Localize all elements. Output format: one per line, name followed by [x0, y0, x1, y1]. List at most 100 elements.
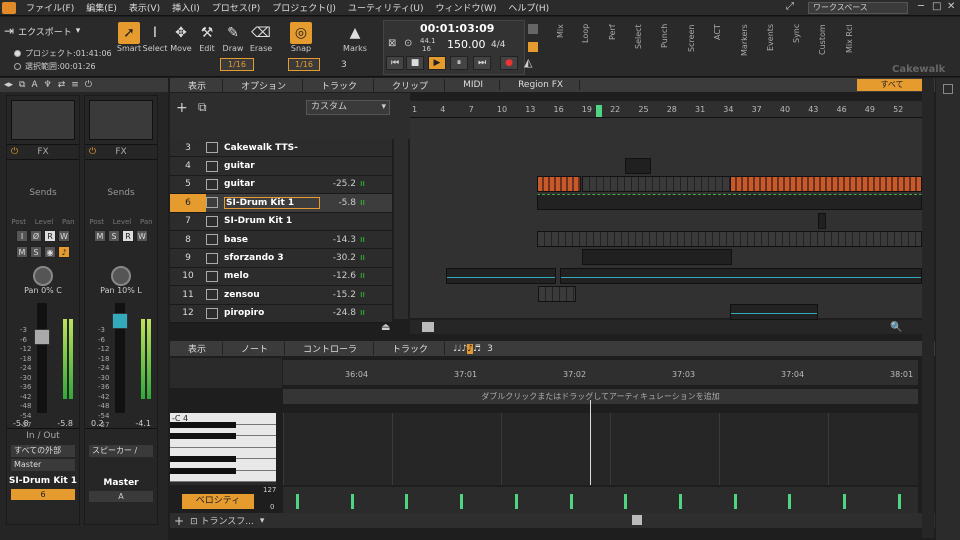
play-button[interactable]: ▶	[428, 56, 446, 70]
arrows-icon[interactable]: ◂▸	[4, 80, 13, 90]
input-select[interactable]: すべての外部	[11, 445, 75, 457]
clip[interactable]	[446, 268, 556, 284]
pr-hscroll-thumb[interactable]	[632, 515, 642, 525]
track-row[interactable]: 3 Cakewalk TTS-	[170, 139, 392, 158]
velocity-bar[interactable]	[788, 494, 792, 509]
clip[interactable]	[582, 176, 732, 192]
pr-menu-notes[interactable]: ノート	[223, 342, 286, 355]
track-volume[interactable]: -24.8	[320, 308, 356, 318]
midi-track-icon[interactable]	[206, 142, 218, 154]
velocity-bar[interactable]	[678, 494, 682, 509]
volume-fader-thumb[interactable]	[112, 313, 128, 329]
timeline-ruler[interactable]: 1 4 7 10 13 16 19 22 25 28 31 34 37 40 43 46 49 52	[410, 101, 922, 118]
level-knob[interactable]: Level	[35, 218, 53, 226]
velocity-bar[interactable]	[350, 494, 354, 509]
level-knob[interactable]: Level	[113, 218, 131, 226]
draw-tool[interactable]: ✎ Draw	[220, 22, 246, 60]
edit-tool[interactable]: ⚒ Edit	[194, 22, 220, 60]
track-name[interactable]: base	[224, 235, 320, 245]
velocity-bar[interactable]	[405, 494, 409, 509]
midi-track-icon[interactable]	[206, 252, 218, 264]
workspace-select[interactable]: ワークスペース	[808, 2, 908, 14]
clip[interactable]	[560, 268, 922, 284]
duplicate-icon[interactable]: ⧉	[198, 100, 207, 115]
midi-track-icon[interactable]	[206, 289, 218, 301]
module-punch[interactable]: Punch	[660, 20, 678, 72]
velocity-bar[interactable]	[897, 494, 901, 509]
add-track-icon[interactable]: +	[176, 100, 188, 116]
piano-key[interactable]	[170, 467, 276, 482]
erase-tool[interactable]: ⌫ Erase	[248, 22, 274, 60]
record-arm-button[interactable]: ♪	[58, 246, 70, 258]
module-mix[interactable]: Mix	[556, 20, 574, 72]
pan-knob[interactable]	[111, 266, 131, 286]
stop-button[interactable]: ■	[406, 56, 424, 70]
midi-track-icon[interactable]	[206, 215, 218, 227]
track-row[interactable]: 5 guitar -25.2 ıı	[170, 175, 392, 195]
marks-button[interactable]: ▲ Marks	[342, 22, 368, 60]
sync-icon[interactable]: ⊙	[404, 38, 412, 49]
module-mix-recall[interactable]: Mix Rcl	[845, 20, 863, 72]
all-tracks-button[interactable]: すべて	[857, 79, 927, 91]
move-tool[interactable]: ✥ Move	[168, 22, 194, 60]
output-select[interactable]: Master	[11, 459, 75, 471]
eq-icon[interactable]: ⇄	[58, 80, 66, 90]
track-row[interactable]: 4 guitar	[170, 157, 392, 176]
track-volume[interactable]: -30.2	[320, 253, 356, 263]
radio-project[interactable]: プロジェクト:01:41:06	[14, 48, 112, 59]
metronome-toggle[interactable]	[528, 24, 538, 34]
time-display[interactable]: 00:01:03:09	[420, 22, 494, 35]
menu-utilities[interactable]: ユーティリティ(U)	[342, 1, 430, 14]
track-row[interactable]: 12 piropiro -24.8 ıı	[170, 304, 392, 323]
tv-menu-options[interactable]: オプション	[223, 78, 304, 92]
clip[interactable]	[537, 176, 581, 192]
menu-insert[interactable]: 挿入(I)	[166, 1, 206, 14]
velocity-bar[interactable]	[514, 494, 518, 509]
solo-button[interactable]: S	[30, 246, 42, 258]
midi-track-icon[interactable]	[206, 234, 218, 246]
record-button[interactable]: ●	[500, 56, 518, 70]
track-volume[interactable]: -15.2	[320, 290, 356, 300]
articulation-lane[interactable]: ダブルクリックまたはドラッグしてアーティキュレーションを追加	[283, 389, 918, 404]
scroll-thumb[interactable]	[422, 322, 434, 332]
menu-view[interactable]: 表示(V)	[123, 1, 166, 14]
zoom-out-icon[interactable]: 🔍	[890, 322, 902, 333]
module-screen[interactable]: Screen	[687, 20, 705, 72]
track-name[interactable]: guitar	[224, 161, 320, 171]
volume-fader-thumb[interactable]	[34, 329, 50, 345]
track-row[interactable]: 11 zensou -15.2 ıı	[170, 286, 392, 305]
module-perf[interactable]: Perf	[608, 20, 626, 72]
clip[interactable]	[537, 231, 922, 247]
pan-knob[interactable]	[33, 266, 53, 286]
letter-a-icon[interactable]: A	[31, 80, 37, 90]
piano-black-key[interactable]	[170, 433, 236, 439]
grid-icon[interactable]: ⧉	[19, 80, 25, 90]
output-select[interactable]: スピーカー /	[89, 445, 153, 457]
piano-black-key[interactable]	[170, 456, 236, 462]
phase-button[interactable]: I	[16, 230, 28, 242]
menu-help[interactable]: ヘルプ(H)	[502, 1, 555, 14]
audio-engine-icon[interactable]: ⊠	[388, 38, 396, 49]
pan-knob-small[interactable]: Pan	[140, 218, 153, 226]
midi-track-icon[interactable]	[206, 197, 218, 209]
dock-toggle-icon[interactable]	[943, 84, 953, 94]
midi-track-icon[interactable]	[206, 270, 218, 282]
track-name[interactable]: Cakewalk TTS-	[224, 143, 320, 153]
vertical-scroll[interactable]	[922, 78, 934, 538]
velocity-bar[interactable]	[733, 494, 737, 509]
velocity-bar[interactable]	[296, 494, 299, 509]
module-markers[interactable]: Markers	[740, 20, 758, 72]
velocity-bar[interactable]	[624, 494, 628, 509]
snap-value-select[interactable]: 1/16	[288, 58, 320, 71]
menu-file[interactable]: ファイル(F)	[20, 1, 80, 14]
track-name[interactable]: melo	[224, 271, 320, 281]
menu-project[interactable]: プロジェクト(J)	[266, 1, 342, 14]
module-custom[interactable]: Custom	[818, 20, 836, 72]
note-duration-icons[interactable]: ♩♩♪♪♬	[445, 343, 481, 354]
pr-ruler[interactable]: 36:04 37:01 37:02 37:03 37:04 38:01	[283, 360, 918, 385]
post-knob[interactable]: Post	[11, 218, 26, 226]
menu-window[interactable]: ウィンドウ(W)	[429, 1, 502, 14]
snap-toggle[interactable]: ◎ Snap	[288, 22, 314, 60]
clip[interactable]	[537, 194, 922, 210]
track-name[interactable]: zensou	[224, 290, 320, 300]
